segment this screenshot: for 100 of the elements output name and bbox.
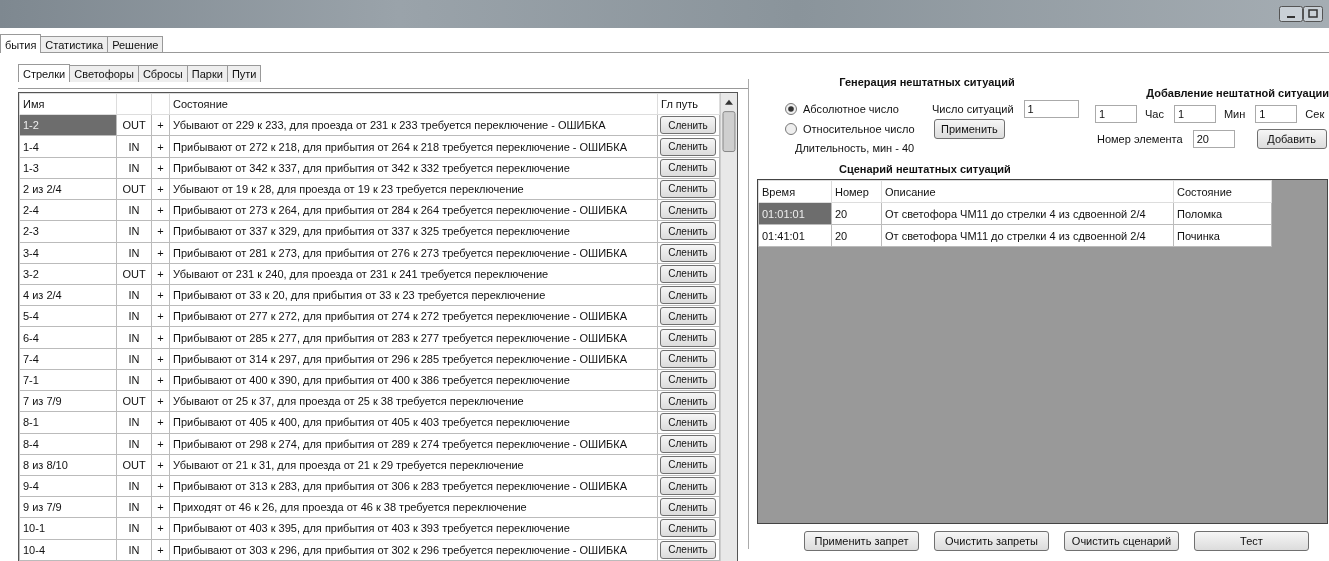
sleni-button[interactable]: Сленить [660, 158, 717, 177]
sleni-button[interactable]: Сленить [660, 222, 717, 241]
sleni-button[interactable]: Сленить [660, 392, 717, 411]
maximize-icon[interactable] [1303, 6, 1323, 22]
table-cell: + [151, 390, 170, 412]
table-cell: 9-4 [19, 475, 117, 497]
sleni-button[interactable]: Сленить [660, 477, 717, 496]
input-field[interactable]: 20 [1192, 130, 1235, 148]
scrollbar[interactable] [720, 93, 737, 561]
table-cell: Починка [1173, 224, 1272, 247]
table-cell: + [151, 475, 170, 497]
column-header[interactable]: Время [758, 180, 832, 203]
table-cell: 8-1 [19, 411, 117, 433]
sleni-button[interactable]: Сленить [660, 137, 717, 156]
table-cell: 10-4 [19, 539, 117, 561]
sleni-button[interactable]: Сленить [660, 180, 717, 198]
table-cell: Прибывают от 405 к 400, для прибытия от 405 к 403 требуется переключение [169, 411, 658, 433]
table-cell: 3-2 [19, 263, 117, 285]
unit-label: Мин [1223, 108, 1246, 120]
sleni-button[interactable]: Сленить [660, 540, 717, 559]
unit-label: Час [1145, 108, 1164, 120]
table-cell: + [151, 178, 170, 200]
table-cell: 2-4 [19, 199, 117, 221]
sleni-button[interactable]: Сленить [660, 286, 717, 305]
sleni-button[interactable]: Сленить [660, 519, 717, 538]
table-cell: IN [116, 475, 152, 497]
table-cell: От светофора ЧМ11 до стрелки 4 из сдвоенной 2/4 [881, 224, 1174, 247]
table-cell: Прибывают от 273 к 264, для прибытия от 284 к 264 требуется переключение - ОШИБКА [169, 199, 658, 221]
radio-button[interactable] [785, 103, 797, 115]
table-cell: + [151, 411, 170, 433]
table-cell: 7-1 [19, 369, 117, 391]
radio-button[interactable] [785, 123, 797, 135]
sleni-button[interactable]: Сленить [660, 307, 717, 326]
table-cell: 8 из 8/10 [19, 454, 117, 476]
tab[interactable]: Сбросы [137, 65, 188, 82]
sleni-button[interactable]: Сленить [660, 498, 717, 517]
input-field[interactable]: 1 [1023, 100, 1079, 118]
section-title: Сценарий нештатных ситуаций [839, 163, 1012, 175]
tab[interactable]: Парки [186, 65, 228, 82]
table-cell: Прибывают от 272 к 218, для прибытия от 264 к 218 требуется переключение - ОШИБКА [169, 135, 658, 158]
table-cell: 8-4 [19, 433, 117, 455]
table-cell: 1-2 [19, 114, 117, 136]
table-cell: От светофора ЧМ11 до стрелки 4 из сдвоенной 2/4 [881, 202, 1174, 225]
table-cell: + [151, 539, 170, 561]
sleni-button[interactable]: Сленить [660, 328, 717, 347]
sleni-button[interactable]: Сленить [660, 349, 717, 368]
table-cell: 1-4 [19, 135, 117, 158]
table-cell: OUT [116, 178, 152, 200]
apply-button[interactable]: Применить [934, 119, 1005, 139]
input-field[interactable]: 1 [1095, 105, 1137, 123]
table-cell: + [151, 220, 170, 243]
sleni-button[interactable]: Сленить [660, 370, 717, 389]
input-field[interactable]: 1 [1255, 105, 1298, 123]
sleni-button[interactable]: Сленить [660, 243, 717, 262]
column-header[interactable]: Гл путь [657, 93, 720, 115]
sleni-button[interactable]: Сленить [660, 413, 717, 432]
table-cell: IN [116, 135, 152, 158]
column-header[interactable]: Номер [831, 180, 882, 203]
table-cell: IN [116, 199, 152, 221]
table-cell: + [151, 496, 170, 518]
column-header[interactable]: Описание [881, 180, 1174, 203]
minimize-icon[interactable] [1279, 6, 1303, 22]
tab[interactable]: Пути [226, 65, 262, 82]
table-cell: Прибывают от 285 к 277, для прибытия от 283 к 277 требуется переключение - ОШИБКА [169, 326, 658, 349]
table-cell: 20 [831, 202, 882, 225]
sleni-button[interactable]: Сленить [660, 116, 717, 135]
sleni-button[interactable]: Сленить [660, 264, 717, 283]
table-cell: IN [116, 433, 152, 455]
action-button[interactable]: Очистить сценарий [1064, 531, 1179, 551]
field-label: Номер элемента [1097, 133, 1183, 145]
section-title: Генерация нештатных ситуаций [839, 76, 1015, 90]
tab[interactable]: Статистика [40, 36, 109, 52]
column-header[interactable]: Имя [19, 93, 117, 115]
table-cell: Прибывают от 403 к 395, для прибытия от 403 к 393 требуется переключение [169, 517, 658, 540]
input-field[interactable]: 1 [1173, 105, 1216, 123]
table-cell: 01:01:01 [758, 202, 832, 225]
table-cell: Убывают от 19 к 28, для проезда от 19 к 23 требуется переключение [169, 178, 658, 200]
action-button[interactable]: Применить запрет [804, 531, 919, 551]
add-button[interactable]: Добавить [1256, 129, 1327, 149]
table-cell: 7-4 [19, 348, 117, 370]
tab[interactable]: Стрелки [18, 64, 71, 82]
sleni-button[interactable]: Сленить [660, 434, 717, 453]
column-header[interactable]: Состояние [1173, 180, 1272, 203]
tab[interactable]: бытия [0, 34, 42, 53]
table-cell: + [151, 284, 170, 306]
table-cell: OUT [116, 454, 152, 476]
action-button[interactable]: Очистить запреты [934, 531, 1049, 551]
action-button[interactable]: Тест [1194, 531, 1309, 551]
table-cell: + [151, 517, 170, 540]
table-cell: 5-4 [19, 305, 117, 327]
sleni-button[interactable]: Сленить [660, 455, 717, 474]
table-cell: 3-4 [19, 242, 117, 264]
table-cell: + [151, 433, 170, 455]
duration-label: Длительность, мин - 40 [795, 142, 916, 154]
tab[interactable]: Светофоры [69, 65, 139, 82]
sleni-button[interactable]: Сленить [660, 201, 717, 220]
column-header[interactable]: Состояние [169, 93, 658, 115]
table-cell: 10-1 [19, 517, 117, 540]
tab[interactable]: Решение [107, 36, 164, 52]
table-cell: IN [116, 220, 152, 243]
